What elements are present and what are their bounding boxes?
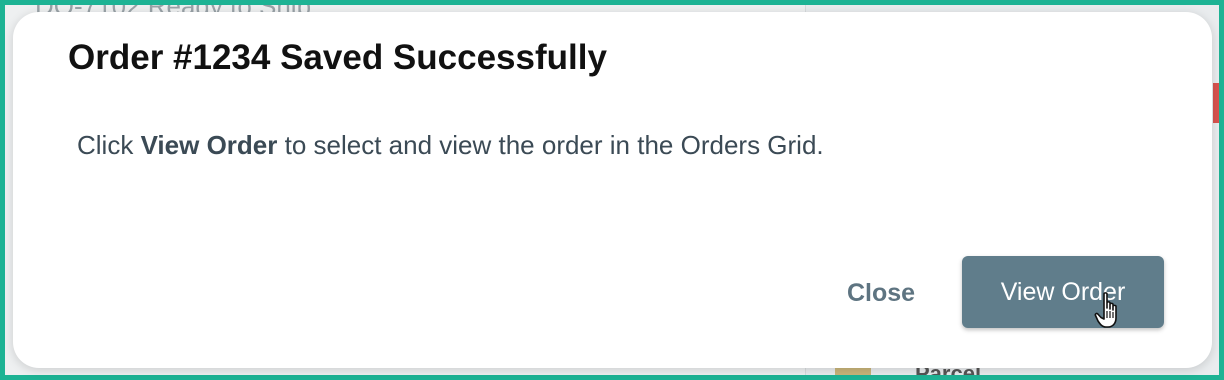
dialog-title: Order #1234 Saved Successfully [68, 38, 607, 77]
message-text-after: to select and view the order in the Orde… [277, 130, 824, 160]
close-button[interactable]: Close [825, 258, 937, 328]
background-alert-mark [1213, 83, 1219, 123]
hand-pointer-icon [1094, 292, 1117, 328]
dialog-message: Click View Order to select and view the … [77, 130, 824, 161]
message-text-before: Click [77, 130, 141, 160]
order-saved-dialog: Order #1234 Saved Successfully Click Vie… [13, 12, 1212, 368]
view-order-button[interactable]: View Order [962, 256, 1164, 328]
message-text-bold: View Order [140, 130, 278, 160]
